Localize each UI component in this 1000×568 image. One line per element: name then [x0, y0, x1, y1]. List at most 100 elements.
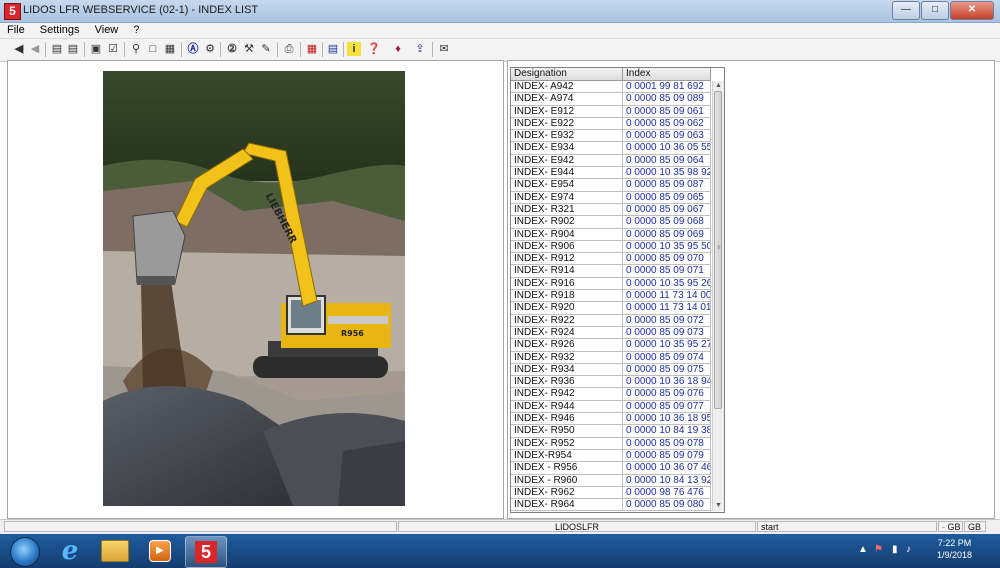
index-cell[interactable]: 0 0000 85 09 064 [623, 154, 711, 168]
designation-cell[interactable]: INDEX- A974 [511, 93, 623, 106]
order-list-icon[interactable]: ☑ [106, 42, 120, 56]
index-cell[interactable]: 0 0000 85 09 068 [623, 216, 711, 229]
table-row[interactable]: INDEX- E954 0 0000 85 09 087 [511, 179, 711, 192]
table-row[interactable]: INDEX- R906 0 0000 10 35 95 50 [511, 240, 711, 254]
index-cell[interactable]: 0 0000 85 09 076 [623, 388, 711, 401]
designation-cell[interactable]: INDEX- R902 [511, 216, 623, 229]
scroll-up-icon[interactable]: ▲ [713, 81, 724, 91]
designation-cell[interactable]: INDEX- R904 [511, 228, 623, 241]
menu-help[interactable]: ? [126, 23, 144, 36]
table-row[interactable]: INDEX-R954 0 0000 85 09 079 [511, 449, 711, 463]
index-cell[interactable]: 0 0001 99 81 692 [623, 81, 711, 94]
menu-view[interactable]: View [88, 23, 124, 36]
index-cell[interactable]: 0 0000 10 35 95 26 [623, 277, 711, 291]
scroll-thumb[interactable]: ≡ [714, 91, 722, 409]
table-row[interactable]: INDEX- R904 0 0000 85 09 069 [511, 228, 711, 241]
designation-cell[interactable]: INDEX- E922 [511, 117, 623, 131]
speaker-icon[interactable]: ♪ [906, 544, 911, 555]
column-header-designation[interactable]: Designation [511, 68, 623, 81]
level-two-icon[interactable]: ② [225, 42, 239, 56]
media-player-icon[interactable]: ▶ [140, 536, 180, 566]
designation-cell[interactable]: INDEX- R936 [511, 376, 623, 389]
scroll-down-icon[interactable]: ▼ [713, 501, 724, 511]
info-icon[interactable]: i [347, 42, 361, 56]
table-row[interactable]: INDEX- R902 0 0000 85 09 068 [511, 216, 711, 229]
table-scrollbar[interactable]: ▲ ≡ ▼ [712, 81, 724, 511]
table-row[interactable]: INDEX- R934 0 0000 85 09 075 [511, 363, 711, 377]
table-row[interactable]: INDEX- E922 0 0000 85 09 062 [511, 117, 711, 131]
maximize-button[interactable]: □ [921, 1, 949, 20]
designation-cell[interactable]: INDEX- R906 [511, 240, 623, 254]
index-cell[interactable]: 0 0000 85 09 080 [623, 499, 711, 512]
designation-cell[interactable]: INDEX- R924 [511, 326, 623, 340]
grid-table-icon[interactable]: ▦ [305, 42, 319, 56]
index-cell[interactable]: 0 0000 10 84 19 38 [623, 425, 711, 438]
menu-file[interactable]: File [0, 23, 30, 36]
designation-cell[interactable]: INDEX- R964 [511, 499, 623, 512]
table-row[interactable]: INDEX- R922 0 0000 85 09 072 [511, 314, 711, 327]
fit-page-icon[interactable]: □ [146, 42, 160, 56]
table-row[interactable]: INDEX- E934 0 0000 10 36 05 55 [511, 142, 711, 155]
index-cell[interactable]: 0 0000 11 73 14 01 [623, 302, 711, 315]
print-icon[interactable]: ⎙ [282, 42, 296, 56]
designation-cell[interactable]: INDEX - R960 [511, 474, 623, 487]
email-icon[interactable]: ✉ [437, 42, 451, 56]
table-row[interactable]: INDEX- E912 0 0000 85 09 061 [511, 105, 711, 118]
table-row[interactable]: INDEX- A974 0 0000 85 09 089 [511, 93, 711, 106]
table-row[interactable]: INDEX- R942 0 0000 85 09 076 [511, 388, 711, 401]
file-explorer-icon[interactable] [95, 536, 135, 566]
table-row[interactable]: INDEX- R950 0 0000 10 84 19 38 [511, 425, 711, 438]
system-clock[interactable]: 7:22 PM 1/9/2018 [937, 537, 972, 561]
table-row[interactable]: INDEX- R936 0 0000 10 36 18 94 [511, 376, 711, 389]
index-cell[interactable]: 0 0000 85 09 089 [623, 93, 711, 106]
index-cell[interactable]: 0 0000 85 09 074 [623, 351, 711, 364]
close-button[interactable]: ✕ [950, 1, 994, 20]
index-cell[interactable]: 0 0000 85 09 071 [623, 265, 711, 278]
designation-cell[interactable]: INDEX- E944 [511, 167, 623, 180]
search-a-icon[interactable]: Ⓐ [186, 42, 200, 56]
designation-cell[interactable]: INDEX - R956 [511, 462, 623, 475]
designation-cell[interactable]: INDEX- R912 [511, 253, 623, 266]
index-cell[interactable]: 0 0000 10 84 13 92 [623, 474, 711, 487]
lidos-taskbar-icon[interactable]: 5 [185, 536, 227, 568]
forward-document-icon[interactable]: ▤ [66, 42, 80, 56]
table-row[interactable]: INDEX- R962 0 0000 98 76 476 [511, 486, 711, 500]
designation-cell[interactable]: INDEX- R918 [511, 290, 623, 303]
table-row[interactable]: INDEX- R926 0 0000 10 35 95 27 [511, 339, 711, 352]
index-cell[interactable]: 0 0000 85 09 063 [623, 130, 711, 143]
battery-icon[interactable]: ▮ [892, 544, 898, 555]
designation-cell[interactable]: INDEX- E942 [511, 154, 623, 168]
table-row[interactable]: INDEX- E942 0 0000 85 09 064 [511, 154, 711, 168]
table-row[interactable]: INDEX- R912 0 0000 85 09 070 [511, 253, 711, 266]
designation-cell[interactable]: INDEX- R920 [511, 302, 623, 315]
index-cell[interactable]: 0 0000 85 09 072 [623, 314, 711, 327]
zoom-icon[interactable]: ⚲ [129, 42, 143, 56]
table-row[interactable]: INDEX- R946 0 0000 10 36 18 95 [511, 413, 711, 426]
designation-cell[interactable]: INDEX- R926 [511, 339, 623, 352]
table-row[interactable]: INDEX- R914 0 0000 85 09 071 [511, 265, 711, 278]
table-row[interactable]: INDEX- R916 0 0000 10 35 95 26 [511, 277, 711, 291]
column-header-index[interactable]: Index [623, 68, 711, 81]
table-row[interactable]: INDEX- E932 0 0000 85 09 063 [511, 130, 711, 143]
table-row[interactable]: INDEX- E974 0 0000 85 09 065 [511, 191, 711, 204]
designation-cell[interactable]: INDEX- R922 [511, 314, 623, 327]
designation-cell[interactable]: INDEX- R950 [511, 425, 623, 438]
show-hidden-icons-icon[interactable]: ▲ [858, 544, 868, 555]
back-document-icon[interactable]: ▤ [50, 42, 64, 56]
designation-cell[interactable]: INDEX- E974 [511, 191, 623, 204]
book-icon[interactable]: ♦ [391, 42, 405, 56]
table-row[interactable]: INDEX- R952 0 0000 85 09 078 [511, 437, 711, 450]
designation-cell[interactable]: INDEX- R944 [511, 400, 623, 414]
designation-cell[interactable]: INDEX- R914 [511, 265, 623, 278]
designation-cell[interactable]: INDEX- R952 [511, 437, 623, 450]
index-cell[interactable]: 0 0000 10 35 95 27 [623, 339, 711, 352]
first-page-icon[interactable]: ◀ [12, 42, 26, 56]
designation-cell[interactable]: INDEX- R934 [511, 363, 623, 377]
designation-cell[interactable]: INDEX- E954 [511, 179, 623, 192]
index-cell[interactable]: 0 0000 10 35 98 92 [623, 167, 711, 180]
index-cell[interactable]: 0 0000 10 36 18 94 [623, 376, 711, 389]
lidos-lfr-icon[interactable]: ⇪ [413, 42, 427, 56]
index-cell[interactable]: 0 0000 10 36 07 46 [623, 462, 711, 475]
index-cell[interactable]: 0 0000 85 09 078 [623, 437, 711, 450]
index-cell[interactable]: 0 0000 85 09 077 [623, 400, 711, 414]
